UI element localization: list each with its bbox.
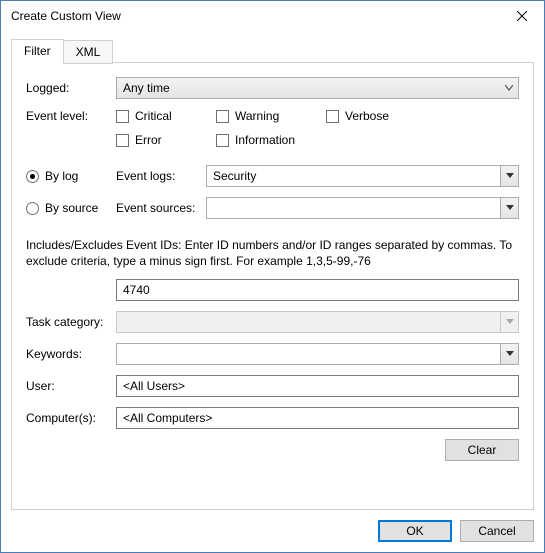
tab-strip: Filter XML [11,39,534,63]
logged-value: Any time [123,81,170,95]
check-verbose-box [326,110,339,123]
label-event-level: Event level: [26,109,116,123]
event-logs-value: Security [213,169,256,183]
body-area: Filter XML Logged: Any time Event level: [1,31,544,552]
user-input[interactable] [116,375,519,397]
row-event-level: Event level: Critical Warning [26,109,519,155]
row-keywords: Keywords: [26,343,519,365]
level-checks-row2: Error Information [116,133,519,155]
check-critical[interactable]: Critical [116,109,196,123]
label-task-category: Task category: [26,315,116,329]
label-by-log: By log [45,169,78,183]
dialog-footer: OK Cancel [11,510,534,542]
log-source-section: By log Event logs: Security By source [26,165,519,229]
chevron-down-icon [500,166,518,186]
ok-button[interactable]: OK [378,520,452,542]
event-sources-dropdown[interactable] [206,197,519,219]
label-user: User: [26,379,116,393]
row-by-source: By source Event sources: [26,197,519,219]
check-verbose[interactable]: Verbose [326,109,389,123]
label-keywords: Keywords: [26,347,116,361]
row-user: User: [26,375,519,397]
row-event-id [26,279,519,301]
radio-by-log[interactable] [26,170,39,183]
check-warning-box [216,110,229,123]
logged-dropdown[interactable]: Any time [116,77,519,99]
check-critical-label: Critical [135,109,172,123]
close-button[interactable] [499,1,544,31]
chevron-down-icon [500,312,518,332]
label-event-sources: Event sources: [116,201,206,215]
tab-panel-filter: Logged: Any time Event level: Critical [11,62,534,510]
event-logs-dropdown[interactable]: Security [206,165,519,187]
radio-by-source[interactable] [26,202,39,215]
computers-input[interactable] [116,407,519,429]
row-clear: Clear [26,439,519,461]
row-computers: Computer(s): [26,407,519,429]
label-by-source: By source [45,201,98,215]
chevron-down-icon [500,78,518,98]
label-logged: Logged: [26,81,116,95]
window-title: Create Custom View [11,9,121,23]
check-verbose-label: Verbose [345,109,389,123]
label-event-logs: Event logs: [116,169,206,183]
check-warning[interactable]: Warning [216,109,306,123]
check-information-box [216,134,229,147]
clear-button[interactable]: Clear [445,439,519,461]
clear-button-label: Clear [468,443,497,457]
check-error-box [116,134,129,147]
close-icon [517,11,527,21]
keywords-dropdown[interactable] [116,343,519,365]
chevron-down-icon [500,344,518,364]
cancel-button[interactable]: Cancel [460,520,534,542]
cancel-button-label: Cancel [478,524,515,538]
check-information-label: Information [235,133,295,147]
level-checks-row1: Critical Warning Verbose [116,109,519,131]
check-error[interactable]: Error [116,133,196,147]
task-category-dropdown [116,311,519,333]
tab-xml-label: XML [76,45,101,59]
check-information[interactable]: Information [216,133,295,147]
tab-xml[interactable]: XML [63,40,114,64]
ok-button-label: OK [406,524,423,538]
dialog-window: Create Custom View Filter XML Logged: An… [0,0,545,553]
check-error-label: Error [135,133,162,147]
check-critical-box [116,110,129,123]
tab-filter[interactable]: Filter [11,39,64,63]
check-warning-label: Warning [235,109,279,123]
tab-filter-label: Filter [24,44,51,58]
event-id-input[interactable] [116,279,519,301]
row-by-log: By log Event logs: Security [26,165,519,187]
row-task-category: Task category: [26,311,519,333]
titlebar: Create Custom View [1,1,544,31]
row-logged: Logged: Any time [26,77,519,99]
chevron-down-icon [500,198,518,218]
event-id-description: Includes/Excludes Event IDs: Enter ID nu… [26,237,519,269]
label-computers: Computer(s): [26,411,116,425]
